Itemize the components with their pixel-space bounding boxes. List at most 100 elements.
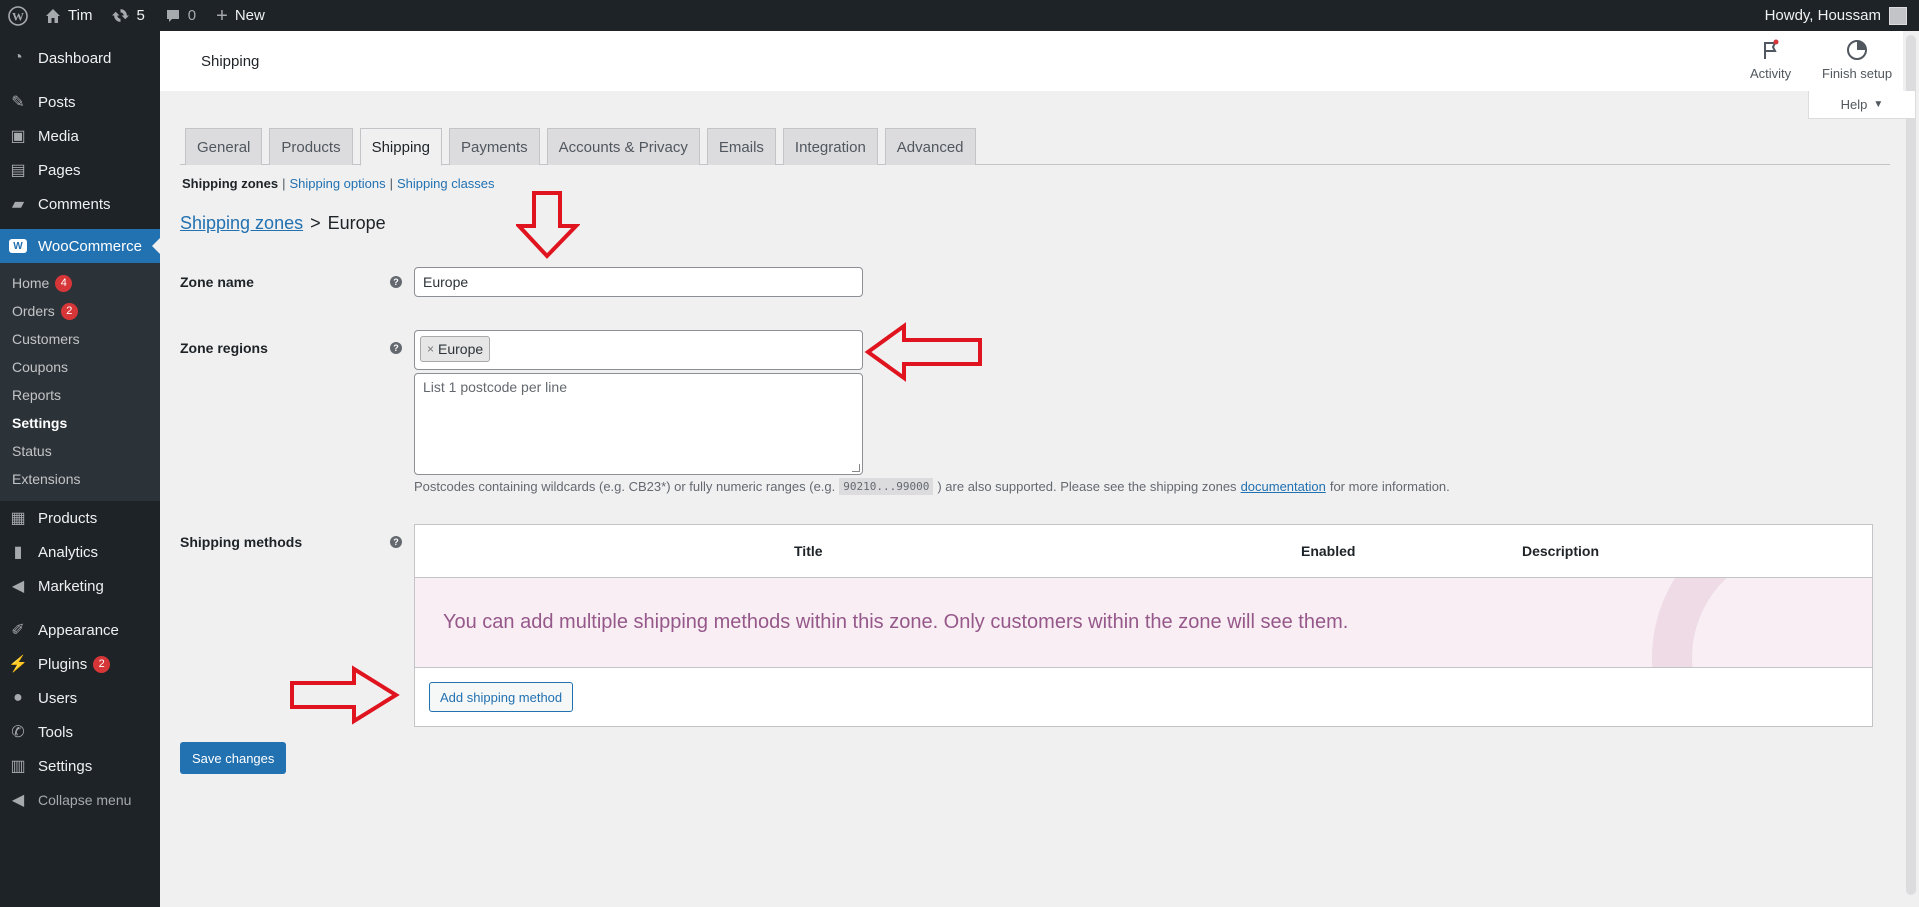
tab-payments[interactable]: Payments (448, 128, 540, 165)
resize-handle[interactable] (852, 464, 860, 472)
menu-appearance[interactable]: ✐ Appearance (0, 613, 160, 647)
add-shipping-method-button[interactable]: Add shipping method (429, 682, 574, 712)
postcode-description: Postcodes containing wildcards (e.g. CB2… (414, 478, 1450, 495)
admin-sidebar: ◔ Dashboard ✎ Posts ▣ Media ▤ Pages ▰ Co… (0, 31, 160, 907)
submenu-reports[interactable]: Reports (0, 381, 160, 409)
region-chip-label: Europe (438, 341, 484, 357)
submenu-extensions[interactable]: Extensions (0, 465, 160, 493)
menu-label: Media (38, 127, 79, 145)
scrollbar-thumb[interactable] (1906, 35, 1916, 895)
wordpress-logo-icon[interactable]: W (0, 0, 35, 31)
submenu-label: Settings (12, 415, 68, 431)
menu-tools[interactable]: ✆ Tools (0, 715, 160, 749)
settings-icon: ▥ (10, 758, 26, 775)
menu-users[interactable]: ● Users (0, 681, 160, 715)
postcodes-textarea[interactable]: List 1 postcode per line (414, 373, 863, 475)
zone-regions-select[interactable]: × Europe (414, 330, 863, 370)
breadcrumb-shipping-zones-link[interactable]: Shipping zones (180, 213, 303, 234)
save-changes-button[interactable]: Save changes (180, 742, 287, 774)
menu-label: WooCommerce (38, 237, 142, 255)
help-tip-icon[interactable]: ? (390, 276, 402, 288)
separator: | (389, 176, 393, 191)
menu-comments[interactable]: ▰ Comments (0, 187, 160, 221)
tab-emails[interactable]: Emails (706, 128, 776, 165)
submenu-customers[interactable]: Customers (0, 325, 160, 353)
menu-settings[interactable]: ▥ Settings (0, 749, 160, 783)
shipping-methods-table: Title Enabled Description You can add mu… (414, 524, 1873, 727)
comments-link[interactable]: 0 (155, 0, 206, 31)
menu-pages[interactable]: ▤ Pages (0, 153, 160, 187)
breadcrumb-separator: > (310, 213, 321, 233)
updates-icon (112, 9, 130, 22)
table-footer: Add shipping method (415, 668, 1872, 726)
woocommerce-submenu: Home 4 Orders 2 Customers Coupons Reports … (0, 263, 160, 501)
subsection-shipping-classes[interactable]: Shipping classes (397, 176, 495, 191)
tab-products[interactable]: Products (269, 128, 353, 165)
submenu-settings[interactable]: Settings (0, 409, 160, 437)
menu-label: Dashboard (38, 49, 112, 67)
help-tip-icon[interactable]: ? (390, 536, 402, 548)
breadcrumb-current: Europe (327, 213, 386, 233)
region-chip: × Europe (420, 336, 491, 362)
menu-products[interactable]: ▦ Products (0, 501, 160, 535)
updates-link[interactable]: 5 (102, 0, 154, 31)
submenu-label: Orders (12, 303, 55, 319)
menu-posts[interactable]: ✎ Posts (0, 85, 160, 119)
media-icon: ▣ (10, 128, 26, 145)
menu-analytics[interactable]: ▮ Analytics (0, 535, 160, 569)
new-content-link[interactable]: + New (206, 0, 275, 31)
comment-icon: ▰ (11, 196, 25, 213)
remove-icon[interactable]: × (427, 342, 434, 356)
menu-label: Settings (38, 757, 93, 775)
submenu-label: Extensions (12, 471, 81, 487)
collapse-menu[interactable]: ◀ Collapse menu (0, 783, 160, 817)
count-badge: 2 (60, 302, 78, 320)
brush-icon: ✐ (11, 622, 25, 639)
updates-count: 5 (136, 7, 145, 24)
menu-media[interactable]: ▣ Media (0, 119, 160, 153)
tab-shipping[interactable]: Shipping (359, 128, 442, 166)
dashboard-icon: ◔ (13, 49, 23, 66)
subsection-shipping-zones[interactable]: Shipping zones (182, 176, 278, 191)
comment-icon (166, 9, 179, 22)
empty-state-row: You can add multiple shipping methods wi… (415, 578, 1872, 668)
submenu-orders[interactable]: Orders 2 (0, 297, 160, 325)
help-tab[interactable]: Help ▼ (1808, 91, 1916, 119)
menu-dashboard[interactable]: ◔ Dashboard (0, 41, 160, 75)
site-name-link[interactable]: Tim (35, 0, 102, 31)
tab-accounts-privacy[interactable]: Accounts & Privacy (546, 128, 700, 165)
activity-button[interactable]: Activity (1750, 39, 1791, 81)
zone-regions-label: Zone regions (180, 340, 268, 356)
finish-setup-button[interactable]: Finish setup (1822, 39, 1892, 81)
menu-marketing[interactable]: ◀ Marketing (0, 569, 160, 603)
subsection-shipping-options[interactable]: Shipping options (289, 176, 385, 191)
tab-general[interactable]: General (185, 128, 263, 165)
tab-integration[interactable]: Integration (782, 128, 878, 165)
activity-label: Activity (1750, 66, 1792, 81)
my-account[interactable]: Howdy, Houssam (1765, 6, 1919, 25)
submenu-home[interactable]: Home 4 (0, 269, 160, 297)
submenu-status[interactable]: Status (0, 437, 160, 465)
table-header: Title Enabled Description (415, 525, 1872, 578)
site-name: Tim (68, 7, 93, 24)
help-tip-icon[interactable]: ? (390, 342, 402, 354)
woocommerce-header: Shipping Activity Finish setup (160, 31, 1903, 91)
home-icon (46, 8, 60, 23)
help-label: Help (1840, 97, 1868, 112)
submenu-label: Reports (12, 387, 62, 403)
page-scrollbar[interactable] (1903, 31, 1919, 907)
tab-advanced[interactable]: Advanced (884, 128, 976, 165)
description-text: for more information. (1329, 479, 1450, 494)
caret-down-icon: ▼ (1873, 99, 1884, 110)
zone-name-input[interactable]: Europe (414, 267, 863, 297)
submenu-label: Customers (12, 331, 80, 347)
menu-label: Products (38, 509, 98, 527)
menu-label: Tools (38, 723, 74, 741)
submenu-coupons[interactable]: Coupons (0, 353, 160, 381)
menu-woocommerce[interactable]: W WooCommerce (0, 229, 160, 263)
documentation-link[interactable]: documentation (1241, 479, 1326, 494)
new-label: New (234, 7, 265, 24)
menu-label: Marketing (38, 577, 104, 595)
count-badge: 2 (93, 655, 111, 673)
menu-plugins[interactable]: ⚡ Plugins 2 (0, 647, 160, 681)
